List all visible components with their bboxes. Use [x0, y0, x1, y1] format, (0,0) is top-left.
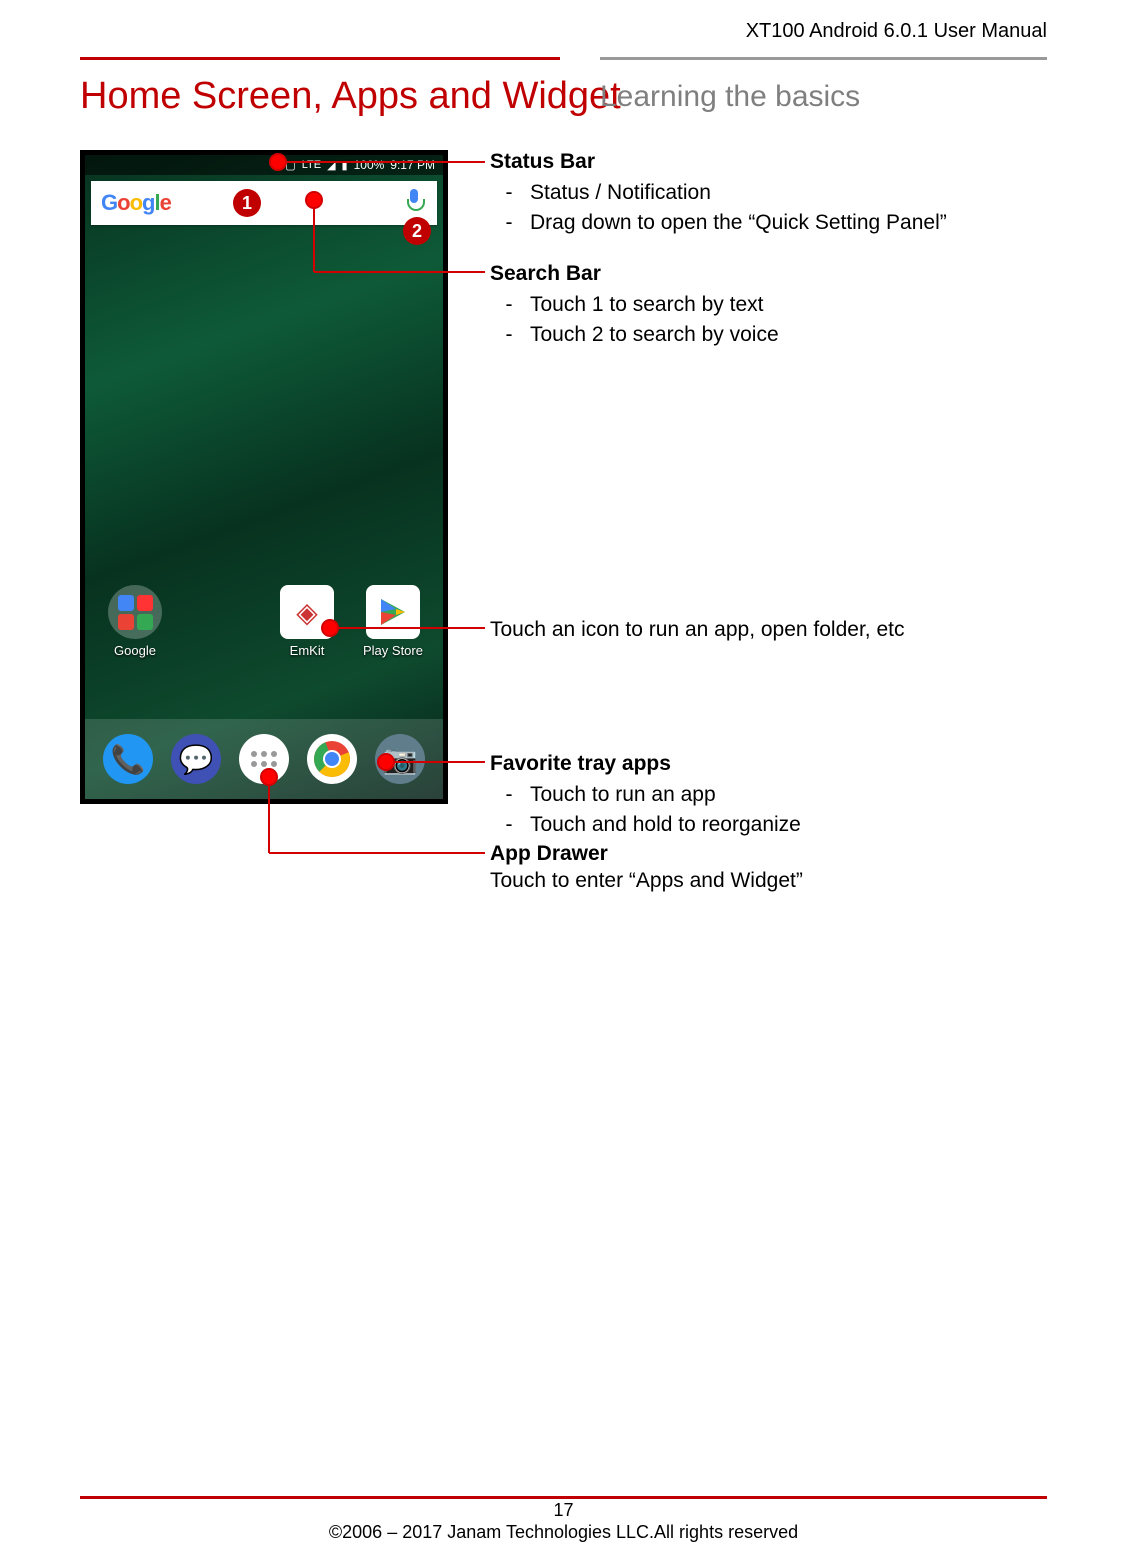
page-subtitle: Learning the basics [600, 80, 860, 114]
callout-badge-2: 2 [403, 217, 431, 245]
battery-percent: 100% [354, 158, 385, 172]
callout-badge-1: 1 [233, 189, 261, 217]
callout-status-bar: Status Bar Status / Notification Drag do… [490, 148, 947, 238]
status-bar[interactable]: ▢ LTE ◢ ▮ 100% 9:17 PM [85, 155, 443, 175]
app-play-store[interactable]: Play Store [357, 585, 429, 658]
callout-item: Drag down to open the “Quick Setting Pan… [530, 209, 947, 236]
header-rule-grey [600, 57, 1047, 60]
nfc-icon: ▢ [285, 159, 295, 172]
emkit-icon: ◈ [280, 585, 334, 639]
callout-item: Touch 2 to search by voice [530, 321, 779, 348]
doc-header-title: XT100 Android 6.0.1 User Manual [746, 20, 1047, 43]
play-store-icon [366, 585, 420, 639]
clock: 9:17 PM [390, 158, 435, 172]
app-label-play: Play Store [363, 643, 423, 658]
signal-icon: ◢ [327, 159, 335, 172]
header-rule-red [80, 57, 560, 60]
mic-icon[interactable] [405, 189, 423, 217]
fav-phone[interactable]: 📞 [103, 734, 153, 784]
drawer-icon [251, 751, 277, 767]
chrome-icon [307, 734, 357, 784]
app-emkit[interactable]: ◈ EmKit [271, 585, 343, 658]
google-logo-icon: Google [91, 190, 171, 216]
app-drawer-button[interactable] [239, 734, 289, 784]
fav-chrome[interactable] [307, 734, 357, 784]
favorite-tray: 📞 💬 📷 [85, 719, 443, 799]
battery-icon: ▮ [342, 159, 348, 172]
callout-app-drawer: App Drawer Touch to enter “Apps and Widg… [490, 840, 803, 895]
callout-item: Touch and hold to reorganize [530, 811, 801, 838]
fav-messages[interactable]: 💬 [171, 734, 221, 784]
copyright: ©2006 – 2017 Janam Technologies LLC.All … [0, 1522, 1127, 1543]
callout-item: Touch 1 to search by text [530, 291, 779, 318]
app-label-google: Google [114, 643, 156, 658]
page-number: 17 [0, 1500, 1127, 1521]
footer-rule [80, 1496, 1047, 1499]
callout-app-icon: Touch an icon to run an app, open folder… [490, 616, 904, 643]
callout-item: Status / Notification [530, 179, 947, 206]
phone-screenshot: ▢ LTE ◢ ▮ 100% 9:17 PM Google 1 2 Google [80, 150, 448, 804]
google-search-bar[interactable]: Google [91, 181, 437, 225]
folder-google[interactable]: Google [99, 585, 171, 658]
callout-fav-tray: Favorite tray apps Touch to run an app T… [490, 750, 801, 840]
app-label-emkit: EmKit [290, 643, 325, 658]
page-title: Home Screen, Apps and Widget [80, 75, 621, 118]
fav-camera[interactable]: 📷 [375, 734, 425, 784]
lte-icon: LTE [302, 159, 321, 171]
callout-item: Touch to run an app [530, 781, 801, 808]
callout-search-bar: Search Bar Touch 1 to search by text Tou… [490, 260, 779, 350]
folder-icon [108, 585, 162, 639]
